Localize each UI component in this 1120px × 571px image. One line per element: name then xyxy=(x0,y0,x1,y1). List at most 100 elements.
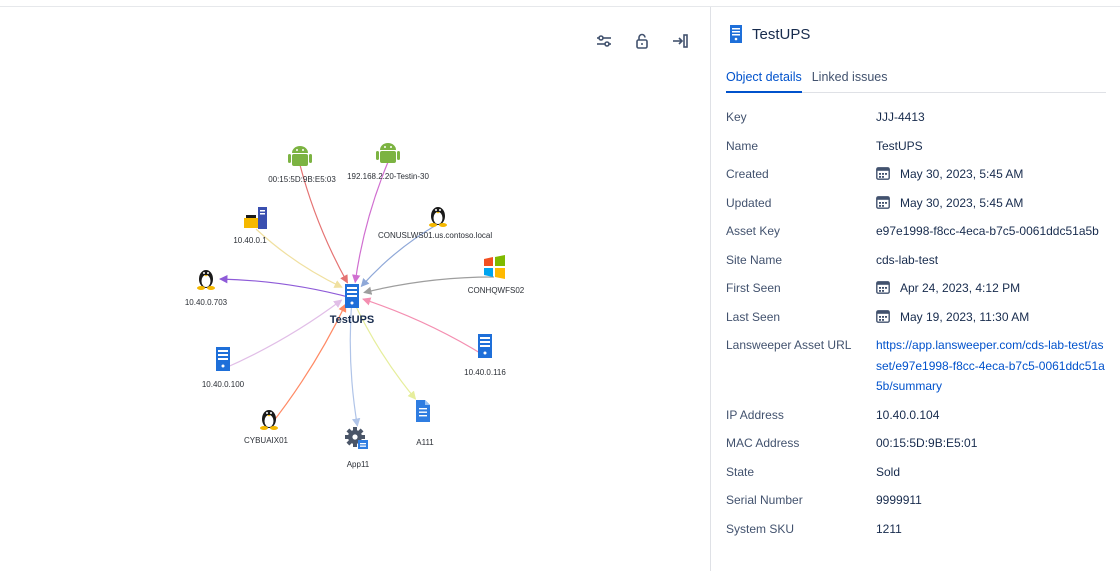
detail-label: MAC Address xyxy=(726,436,800,450)
detail-value: 10.40.0.104 xyxy=(876,405,1106,426)
graph-node[interactable]: 10.40.0.703 xyxy=(185,270,228,307)
graph-center-node[interactable]: TestUPS xyxy=(330,284,374,326)
detail-row: Key JJJ-4413 xyxy=(726,103,1106,132)
detail-value-text: 9999911 xyxy=(876,493,922,507)
relationship-graph[interactable]: 00:15:5D:9B:E5:03 192.168.2.20-Testin-30 C… xyxy=(0,7,710,571)
details-header: TestUPS xyxy=(730,25,810,43)
tab-linked-issues[interactable]: Linked issues xyxy=(812,65,888,93)
detail-label: Site Name xyxy=(726,252,783,267)
linux-icon xyxy=(260,410,278,430)
detail-label: Serial Number xyxy=(726,493,803,507)
graph-edge[interactable] xyxy=(362,297,486,357)
graph-node-label: CONUSLWS01.us.contoso.local xyxy=(378,231,492,240)
detail-value-text: 1211 xyxy=(876,521,902,536)
relationship-graph-pane[interactable]: 00:15:5D:9B:E5:03 192.168.2.20-Testin-30 C… xyxy=(0,7,710,571)
detail-value: e97e1998-f8cc-4eca-b7c5-0061ddc51a5b xyxy=(876,221,1106,242)
detail-value: 00:15:5D:9B:E5:01 xyxy=(876,433,1106,454)
detail-value: May 30, 2023, 5:45 AM xyxy=(876,164,1106,185)
graph-node[interactable]: 10.40.0.100 xyxy=(202,347,245,389)
detail-value-text: JJJ-4413 xyxy=(876,110,925,124)
linux-icon xyxy=(197,270,215,290)
graph-node-label: A111 xyxy=(416,438,434,447)
detail-label: System SKU xyxy=(726,521,795,536)
detail-value-text: cds-lab-test xyxy=(876,252,939,267)
detail-row: Serial Number 9999911 xyxy=(726,486,1106,515)
graph-center-label: TestUPS xyxy=(330,314,374,326)
detail-value-text: May 19, 2023, 11:30 AM xyxy=(900,309,1030,324)
detail-value: May 19, 2023, 11:30 AM xyxy=(876,307,1106,328)
detail-value: Apr 24, 2023, 4:12 PM xyxy=(876,278,1106,299)
detail-label: Created xyxy=(726,167,769,181)
graph-node-label: 10.40.0.116 xyxy=(464,368,506,377)
detail-row: Updated May 30, 2023, 5:45 AM xyxy=(726,189,1106,218)
detail-value: Sold xyxy=(876,462,1106,483)
graph-node[interactable]: 10.40.0.116 xyxy=(464,334,506,377)
graph-node-label: 192.168.2.20-Testin-30 xyxy=(347,172,429,181)
asset-title: TestUPS xyxy=(752,25,811,43)
calendar-icon xyxy=(876,309,890,323)
graph-node[interactable]: App11 xyxy=(345,427,370,469)
detail-value-text: Sold xyxy=(876,464,901,479)
detail-value-text: Apr 24, 2023, 4:12 PM xyxy=(900,281,1021,295)
server-icon xyxy=(345,284,359,308)
detail-value: TestUPS xyxy=(876,136,1106,157)
detail-row: Site Name cds-lab-test xyxy=(726,246,1106,275)
unlock-icon xyxy=(636,33,648,49)
graph-node[interactable]: A111 xyxy=(416,400,434,447)
detail-value-text: 10.40.0.104 xyxy=(876,407,940,422)
detail-label: Last Seen xyxy=(726,309,781,324)
detail-value-text: May 30, 2023, 5:45 AM xyxy=(900,167,1024,181)
windows-icon xyxy=(484,255,505,279)
graph-node-label: 00:15:5D:9B:E5:03 xyxy=(268,175,336,184)
detail-value: cds-lab-test xyxy=(876,250,1106,271)
lock-layout-button[interactable] xyxy=(628,27,656,55)
detail-row: Asset Key e97e1998-f8cc-4eca-b7c5-0061ddc… xyxy=(726,217,1106,246)
graph-toolbar xyxy=(590,27,694,55)
detail-value: May 30, 2023, 5:45 AM xyxy=(876,193,1106,214)
graph-settings-button[interactable] xyxy=(590,27,618,55)
graph-node[interactable]: CONHQWFS02 xyxy=(468,255,525,295)
graph-node[interactable]: CYBUAIX01 xyxy=(244,410,289,445)
graph-node[interactable]: CONUSLWS01.us.contoso.local xyxy=(378,207,492,240)
detail-label: State xyxy=(726,464,755,479)
detail-label: IP Address xyxy=(726,407,784,422)
detail-value: 1211 xyxy=(876,519,1106,540)
server-icon xyxy=(730,25,742,43)
tab-object-details[interactable]: Object details xyxy=(726,65,802,93)
detail-row: Lansweeper Asset URL https://app.lansweep… xyxy=(726,331,1106,401)
calendar-icon xyxy=(876,195,890,209)
detail-label: Asset Key xyxy=(726,224,781,238)
graph-edge[interactable] xyxy=(255,228,343,288)
app-gear-icon xyxy=(345,427,368,449)
android-icon xyxy=(376,143,400,163)
collapse-panel-icon xyxy=(673,34,688,48)
detail-label: Lansweeper Asset URL xyxy=(726,338,852,352)
detail-value-text: e97e1998-f8cc-4eca-b7c5-0061ddc51a5b xyxy=(876,224,1099,238)
sliders-icon xyxy=(597,35,611,47)
graph-node[interactable]: 00:15:5D:9B:E5:03 xyxy=(268,146,336,184)
detail-label: First Seen xyxy=(726,281,781,295)
graph-node-label: 10.40.0.703 xyxy=(185,298,228,307)
detail-value: https://app.lansweeper.com/cds-lab-test/… xyxy=(876,335,1106,397)
details-rows: Key JJJ-4413 Name TestUPS Created May 30, 202… xyxy=(726,103,1106,543)
android-icon xyxy=(288,146,312,166)
calendar-icon xyxy=(876,167,890,180)
detail-row: MAC Address 00:15:5D:9B:E5:01 xyxy=(726,429,1106,458)
graph-node[interactable]: 192.168.2.20-Testin-30 xyxy=(347,143,429,181)
detail-value-text: May 30, 2023, 5:45 AM xyxy=(900,195,1024,210)
document-icon xyxy=(416,400,430,422)
detail-row: IP Address 10.40.0.104 xyxy=(726,401,1106,430)
object-details-panel: TestUPS Object details Linked issues Key… xyxy=(711,7,1120,571)
server-icon xyxy=(478,334,492,358)
detail-value-text: TestUPS xyxy=(876,138,923,153)
detail-row: System SKU 1211 xyxy=(726,515,1106,544)
collapse-panel-button[interactable] xyxy=(666,27,694,55)
asset-url-link[interactable]: https://app.lansweeper.com/cds-lab-test/… xyxy=(876,338,1105,393)
detail-label: Name xyxy=(726,138,759,153)
server-icon xyxy=(216,347,230,371)
detail-value-text: 00:15:5D:9B:E5:01 xyxy=(876,436,978,450)
graph-node[interactable]: 10.40.0.1 xyxy=(233,207,267,245)
linux-icon xyxy=(429,207,447,227)
graph-edge[interactable] xyxy=(222,299,343,370)
calendar-icon xyxy=(876,281,890,294)
